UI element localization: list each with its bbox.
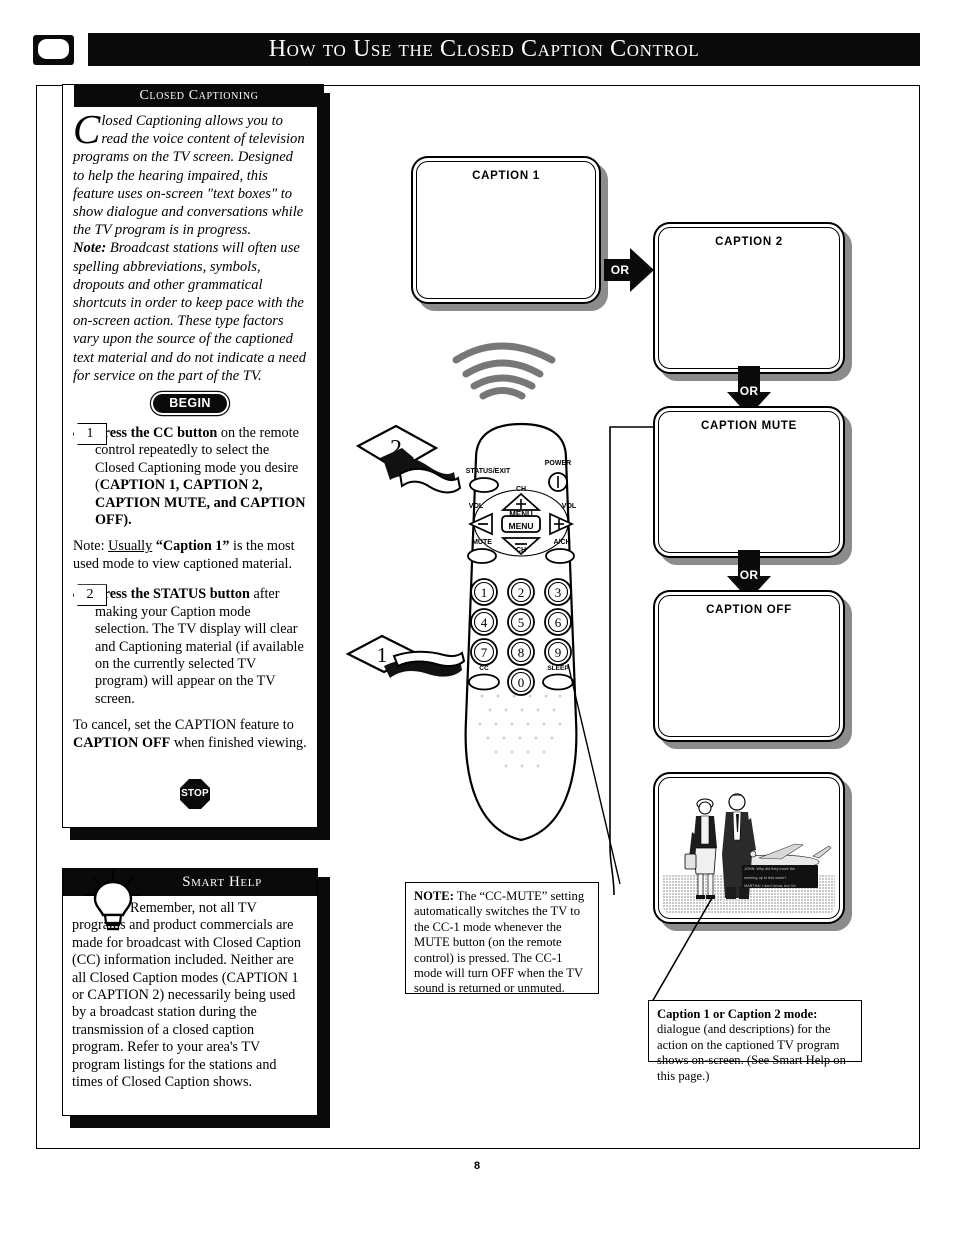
cancel-rest: when finished viewing.: [170, 734, 307, 751]
ir-signal-waves: [452, 342, 556, 400]
step-2-number: 2: [73, 584, 107, 607]
svg-text:POWER: POWER: [545, 460, 571, 467]
hand-marker-2: 2: [344, 418, 464, 518]
screen-caption-off: CAPTION OFF: [653, 590, 852, 749]
closed-captioning-heading: Closed Captioning: [74, 84, 324, 107]
tv-screen-icon-glass: [38, 39, 69, 59]
svg-text:4: 4: [481, 615, 488, 630]
connector-or-caption1-caption2: OR: [604, 248, 660, 292]
svg-text:1: 1: [481, 585, 488, 600]
broadcast-note-paragraph: Note: Broadcast stations will often use …: [73, 239, 307, 385]
photo-callout-lead: Caption 1 or Caption 2 mode:: [657, 1007, 818, 1021]
step-2: 2 Press the STATUS button after making y…: [73, 584, 307, 708]
step-2-lead: Press the STATUS button: [95, 586, 250, 603]
tv-screen-icon: [33, 35, 74, 65]
smart-help-panel: Smart Help Remember, not all TV programs…: [62, 868, 330, 1128]
svg-text:MENU: MENU: [509, 510, 533, 519]
screen-caption-off-label: CAPTION OFF: [706, 604, 792, 616]
svg-text:MENU: MENU: [508, 521, 533, 531]
note-callout-text: The “CC-MUTE” setting automatically swit…: [414, 889, 585, 996]
photo-mode-callout: Caption 1 or Caption 2 mode: dialogue (a…: [648, 1000, 862, 1083]
photo-callout-leader-line: [651, 897, 713, 1003]
step-2-text: Press the STATUS button after making you…: [95, 586, 307, 708]
closed-captioning-panel: Closed Captioning Closed Captioning allo…: [62, 84, 330, 840]
usually-prefix: Note:: [73, 538, 109, 555]
svg-text:VOL: VOL: [562, 503, 577, 510]
step-1-lead: Press the CC button: [95, 425, 218, 442]
step-1-tail: ).: [123, 512, 132, 529]
connector-or-label: OR: [739, 568, 759, 582]
step-2-body: after making your Caption mode selection…: [95, 586, 304, 707]
cancel-prefix: To cancel, set the CAPTION feature to: [73, 717, 294, 734]
note-callout-leader-line: [567, 663, 621, 885]
note-label: Note:: [73, 240, 107, 257]
svg-text:9: 9: [555, 645, 562, 660]
svg-text:2: 2: [518, 585, 525, 600]
svg-text:STATUS/EXIT: STATUS/EXIT: [466, 468, 511, 475]
svg-text:MUTE: MUTE: [472, 539, 492, 546]
screen-face: [658, 227, 840, 369]
smart-help-content: Remember, not all TV programs and produc…: [63, 897, 317, 1115]
svg-text:CH: CH: [516, 547, 526, 554]
manual-page: How to Use the Closed Caption Control Cl…: [0, 0, 954, 1235]
screen-caption-1-label: CAPTION 1: [472, 170, 540, 182]
screen-caption-2-label: CAPTION 2: [715, 236, 783, 248]
page-number: 8: [473, 1160, 481, 1172]
intro-paragraph: Closed Captioning allows you to read the…: [73, 106, 307, 239]
page-header-bar: How to Use the Closed Caption Control: [88, 33, 920, 66]
svg-text:5: 5: [518, 615, 525, 630]
cancel-bold: CAPTION OFF: [73, 734, 171, 751]
svg-text:VOL: VOL: [469, 503, 484, 510]
connector-or-label: OR: [610, 263, 630, 277]
hand-marker-1: 1: [342, 628, 472, 698]
stop-badge: STOP: [180, 779, 210, 809]
intro-text: losed Captioning allows you to read the …: [73, 113, 305, 239]
screen-caption-mute: CAPTION MUTE: [653, 406, 852, 565]
svg-text:0: 0: [518, 675, 525, 690]
note-callout-lead: NOTE:: [414, 889, 454, 903]
usually-underline: Usually: [108, 538, 153, 555]
usually-note: Note: Usually “Caption 1” is the most us…: [73, 538, 307, 573]
smart-help-text: Remember, not all TV programs and produc…: [72, 900, 301, 1091]
smart-help-heading: Smart Help: [182, 874, 262, 890]
step-1-text: Press the CC button on the remote contro…: [95, 425, 307, 529]
caption-line: JOHN: Why did they move the: [744, 867, 796, 872]
connector-or-label: OR: [739, 384, 759, 398]
note-cc-mute-callout: NOTE: The “CC-MUTE” setting automaticall…: [405, 882, 599, 996]
svg-text:CC: CC: [479, 665, 489, 672]
svg-text:3: 3: [555, 585, 562, 600]
screen-face: [658, 595, 840, 737]
step-1-number: 1: [73, 423, 107, 446]
drop-cap: C: [73, 106, 101, 152]
note-text: Broadcast stations will often use spelli…: [73, 240, 307, 384]
svg-text:8: 8: [518, 645, 525, 660]
svg-text:1: 1: [377, 643, 388, 667]
screen-caption-mute-label: CAPTION MUTE: [701, 420, 797, 432]
svg-text:6: 6: [555, 615, 562, 630]
screen-caption-2: CAPTION 2: [653, 222, 852, 381]
svg-text:7: 7: [481, 645, 488, 660]
svg-text:A/CH: A/CH: [553, 539, 570, 546]
screen-caption-1: CAPTION 1: [411, 156, 608, 311]
cancel-note: To cancel, set the CAPTION feature to CA…: [73, 717, 307, 752]
usually-caption1: “Caption 1”: [152, 538, 230, 555]
page-title: How to Use the Closed Caption Control: [268, 36, 700, 62]
screen-face: [658, 411, 840, 553]
begin-badge: BEGIN: [153, 394, 227, 414]
step-1: 1 Press the CC button on the remote cont…: [73, 423, 307, 529]
svg-text:CH: CH: [516, 486, 526, 493]
closed-captioning-content: Closed Captioning allows you to read the…: [63, 108, 317, 826]
